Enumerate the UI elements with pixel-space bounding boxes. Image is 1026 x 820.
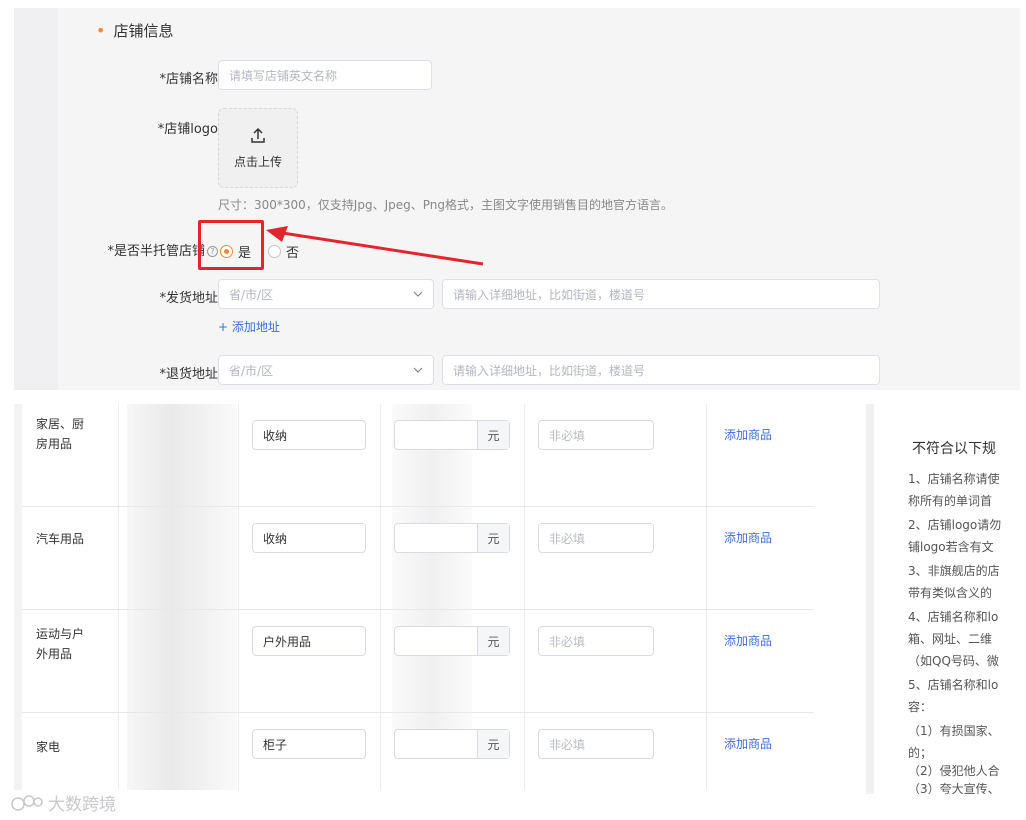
table-row: 家电 柜子 元 非必填 添加商品 <box>22 713 814 816</box>
upload-icon <box>251 127 265 143</box>
store-name-label: *店铺名称 <box>159 72 218 87</box>
category-table: 家居、厨 房用品 收纳 元 非必填 添加商品 汽车用品 收纳 元 非必填 添加商品… <box>14 404 814 790</box>
add-address-link[interactable]: + 添加地址 <box>218 318 280 335</box>
rules-panel: 不符合以下规 1、店铺名称请使 称所有的单词首 2、店铺logo请勿 铺logo… <box>866 404 1026 794</box>
table-row: 运动与户 外用品 户外用品 元 非必填 添加商品 <box>22 610 814 713</box>
return-detail-input[interactable]: 请输入详细地址，比如街道，楼道号 <box>442 355 880 385</box>
rule-line: 的； <box>908 746 933 760</box>
table-row: 家居、厨 房用品 收纳 元 非必填 添加商品 <box>22 404 814 507</box>
optional-input[interactable]: 非必填 <box>538 729 654 759</box>
rule-line: 1、店铺名称请使 <box>908 472 1000 486</box>
chevron-down-icon <box>413 291 423 297</box>
add-product-link[interactable]: 添加商品 <box>724 632 772 649</box>
rule-line: 2、店铺logo请勿 <box>908 518 1002 532</box>
category-input[interactable]: 收纳 <box>252 523 366 553</box>
add-product-link[interactable]: 添加商品 <box>724 426 772 443</box>
highlight-box <box>198 220 264 270</box>
return-region-select[interactable]: 省/市/区 <box>218 355 434 385</box>
logo-upload-button[interactable]: 点击上传 <box>218 108 298 188</box>
category-label: 家居、厨 房用品 <box>36 417 85 451</box>
rules-title: 不符合以下规 <box>912 441 996 457</box>
rule-line: 称所有的单词首 <box>908 494 993 508</box>
rule-line: 铺logo若含有文 <box>908 540 994 554</box>
price-input[interactable]: 元 <box>394 729 510 759</box>
rule-line: 带有类似含义的 <box>908 586 993 600</box>
optional-input[interactable]: 非必填 <box>538 420 654 450</box>
price-input[interactable]: 元 <box>394 626 510 656</box>
rule-line: （3）夸大宣传、 <box>908 782 1000 794</box>
ship-region-select[interactable]: 省/市/区 <box>218 279 434 309</box>
optional-input[interactable]: 非必填 <box>538 523 654 553</box>
rule-line: 4、店铺名称和lo <box>908 610 999 624</box>
category-label: 家电 <box>36 740 61 754</box>
category-input[interactable]: 收纳 <box>252 420 366 450</box>
upload-text: 点击上传 <box>233 154 282 169</box>
rule-line: （如QQ号码、微 <box>908 654 999 668</box>
annotation-arrow-icon <box>266 226 484 266</box>
logo-hint: 尺寸：300*300，仅支持Jpg、Jpeg、Png格式，主图文字使用销售目的地… <box>218 198 673 212</box>
watermark-logo-icon <box>11 794 43 811</box>
ship-address-label: *发货地址 <box>159 291 218 306</box>
chevron-down-icon <box>413 367 423 373</box>
watermark: 大数跨境 <box>10 790 116 815</box>
price-input[interactable]: 元 <box>394 420 510 450</box>
store-logo-label: *店铺logo <box>157 122 218 137</box>
category-input[interactable]: 户外用品 <box>252 626 366 656</box>
category-input[interactable]: 柜子 <box>252 729 366 759</box>
add-product-link[interactable]: 添加商品 <box>724 735 772 752</box>
section-title: • 店铺信息 <box>96 21 174 40</box>
rule-line: 3、非旗舰店的店 <box>908 564 1000 578</box>
rule-line: 容： <box>908 700 933 714</box>
return-address-label: *退货地址 <box>159 367 218 382</box>
ship-detail-input[interactable]: 请输入详细地址，比如街道，楼道号 <box>442 279 880 309</box>
optional-input[interactable]: 非必填 <box>538 626 654 656</box>
price-input[interactable]: 元 <box>394 523 510 553</box>
category-label: 运动与户 外用品 <box>36 627 85 661</box>
add-product-link[interactable]: 添加商品 <box>724 529 772 546</box>
rule-line: 箱、网址、二维 <box>908 632 993 646</box>
rule-line: （2）侵犯他人合 <box>908 764 1000 778</box>
table-row: 汽车用品 收纳 元 非必填 添加商品 <box>22 507 814 610</box>
rule-line: 5、店铺名称和lo <box>908 678 999 692</box>
store-info-form: • 店铺信息 *店铺名称 请填写店铺英文名称 *店铺logo 点击上传 尺寸：30… <box>14 8 1020 390</box>
rule-line: （1）有损国家、 <box>908 724 1000 738</box>
category-label: 汽车用品 <box>36 532 85 546</box>
store-name-input[interactable]: 请填写店铺英文名称 <box>218 60 432 90</box>
